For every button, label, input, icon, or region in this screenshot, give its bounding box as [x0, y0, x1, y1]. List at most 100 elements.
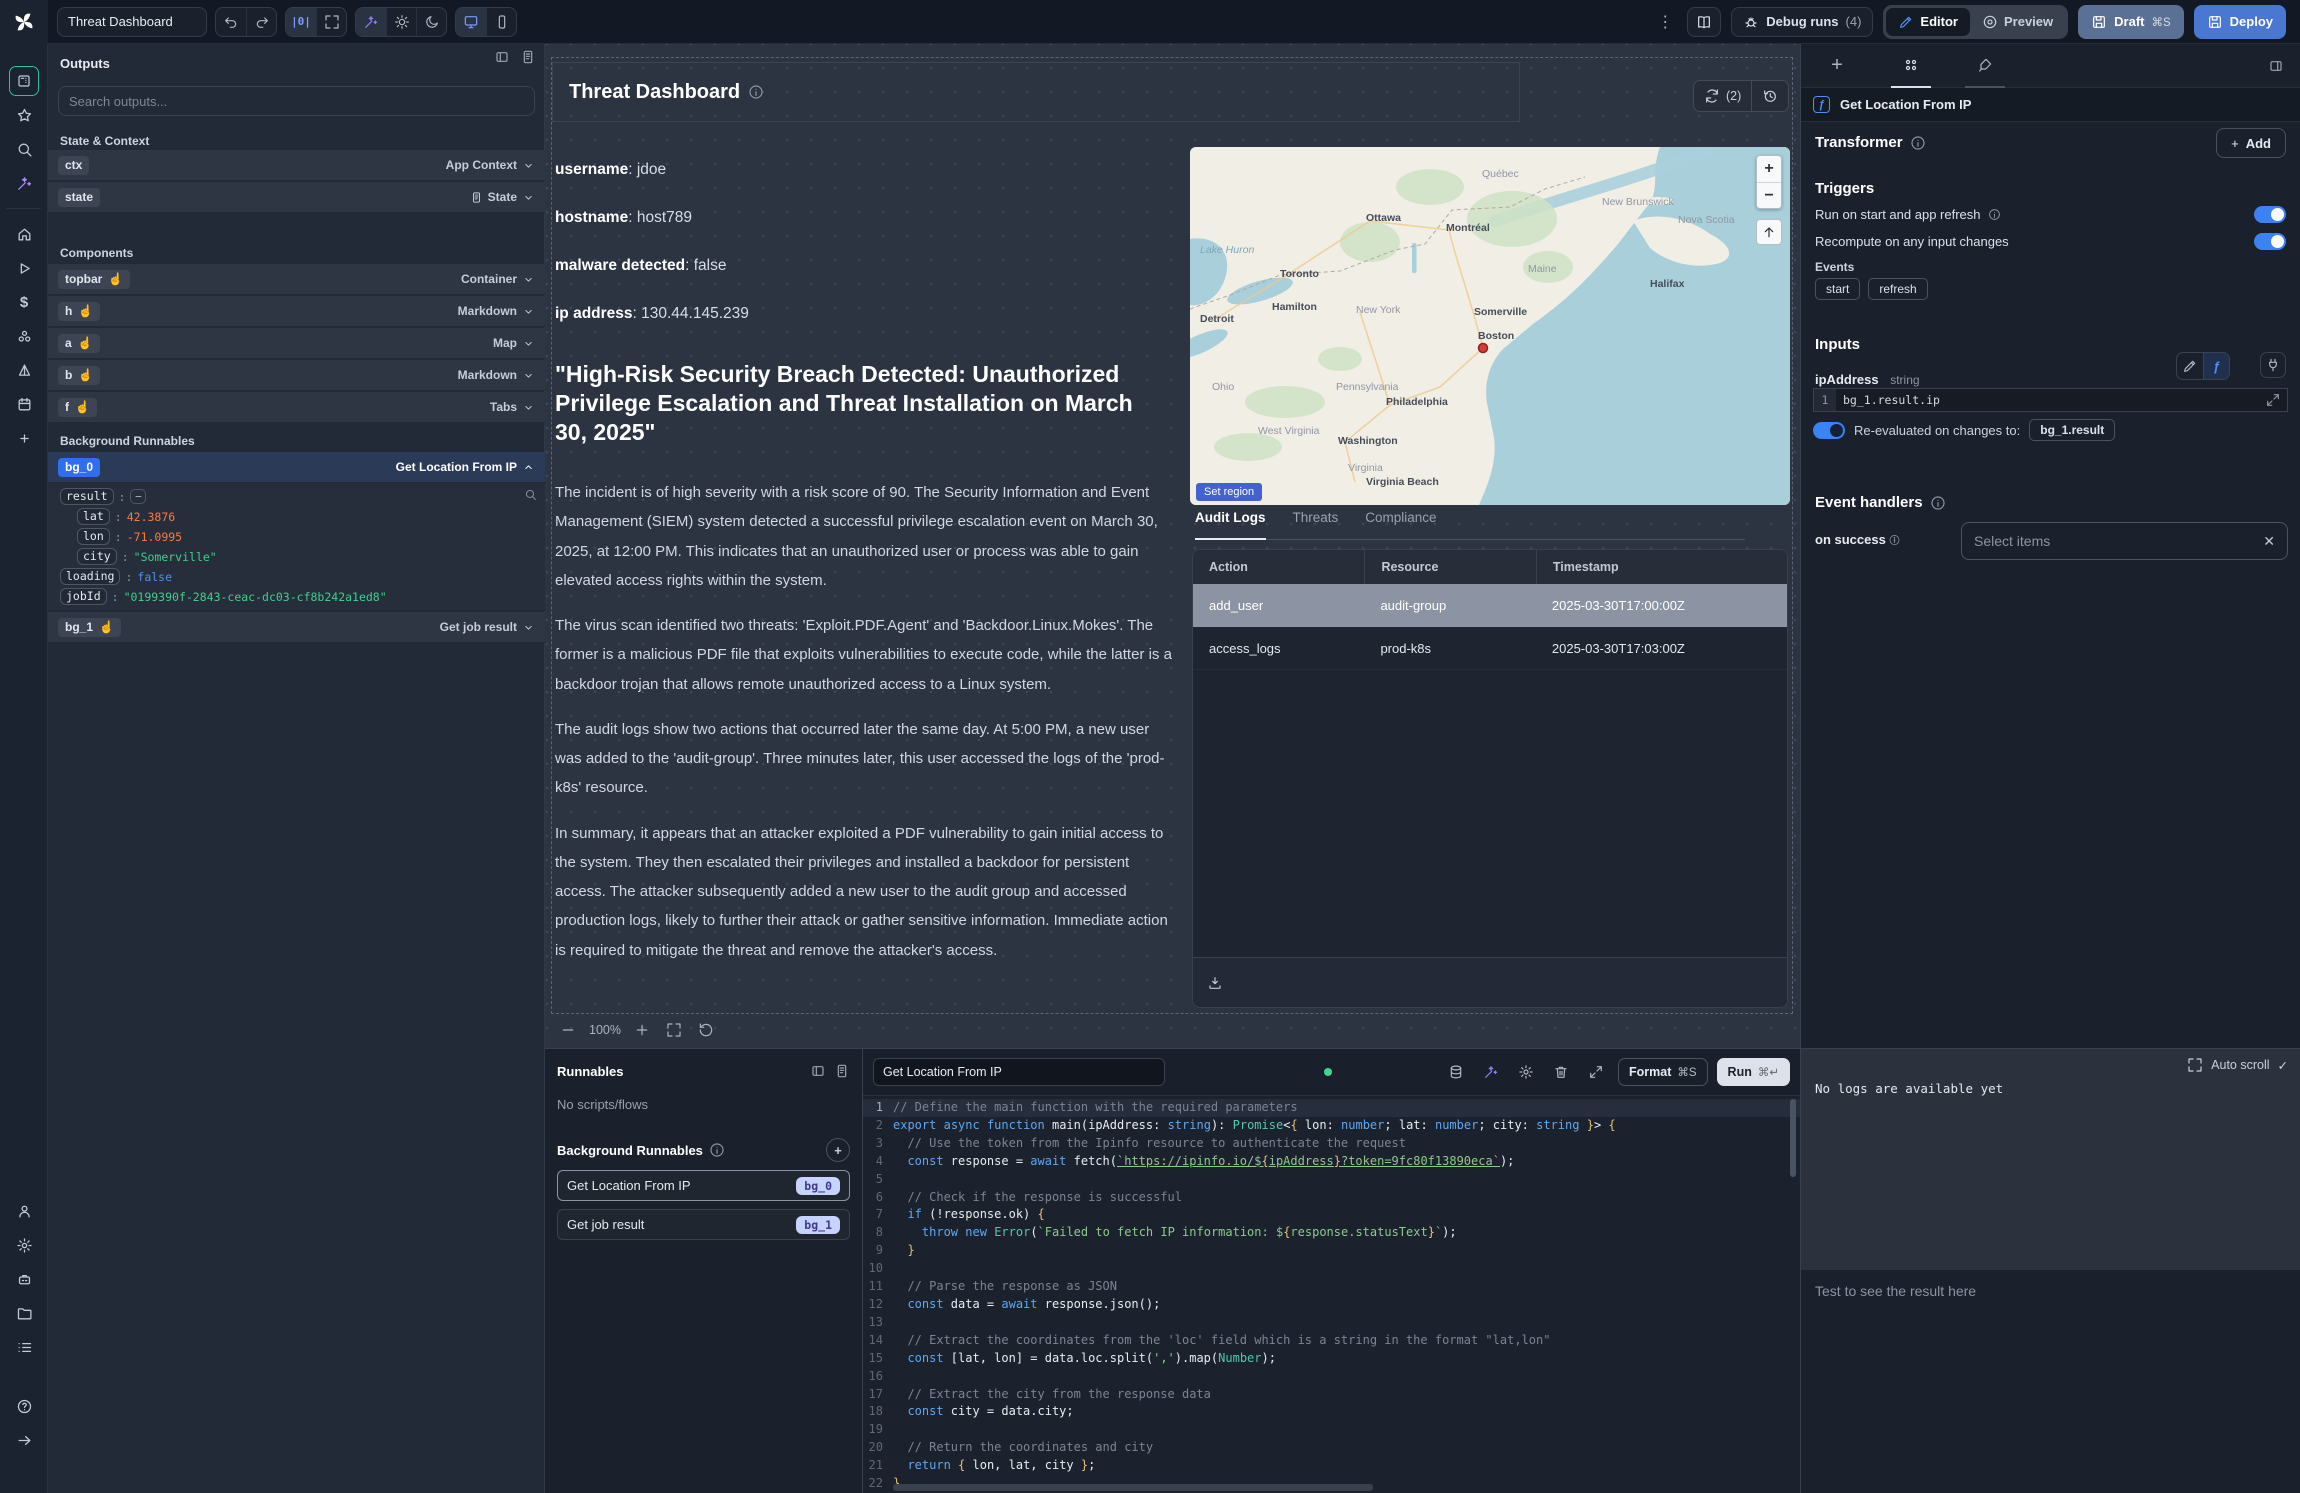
- draft-button[interactable]: Draft ⌘S: [2078, 5, 2184, 39]
- more-menu-button[interactable]: ⋮: [1653, 12, 1677, 32]
- output-row-ctx[interactable]: ctxApp Context: [48, 150, 545, 181]
- insert-component-tab[interactable]: +: [1817, 44, 1857, 88]
- column-header-timestamp[interactable]: Timestamp: [1536, 550, 1787, 584]
- component-badge[interactable]: b☝: [58, 366, 100, 385]
- rail-item-robot[interactable]: [0, 1262, 48, 1296]
- search-outputs-input[interactable]: [58, 86, 535, 116]
- map-canvas[interactable]: QuébecNew BrunswickNova ScotiaHalifaxMai…: [1190, 147, 1790, 505]
- ai-assist-button[interactable]: [1478, 1059, 1504, 1085]
- map-component[interactable]: QuébecNew BrunswickNova ScotiaHalifaxMai…: [1190, 147, 1790, 505]
- dark-theme-button[interactable]: [416, 8, 446, 36]
- expand-expression-icon[interactable]: [2265, 392, 2287, 408]
- code-line-7[interactable]: 7 if (!response.ok) {: [863, 1206, 1800, 1224]
- bg1-badge[interactable]: bg_1☝: [58, 618, 121, 637]
- deploy-button[interactable]: Deploy: [2194, 5, 2286, 39]
- code-line-17[interactable]: 17 // Extract the city from the response…: [863, 1386, 1800, 1404]
- tab-compliance[interactable]: Compliance: [1365, 510, 1436, 539]
- editor-horizontal-scrollbar[interactable]: [893, 1484, 1373, 1491]
- download-icon[interactable]: [1207, 975, 1223, 991]
- rail-item-star[interactable]: [0, 98, 48, 132]
- styling-tab[interactable]: [1965, 44, 2005, 88]
- rail-item-calendar[interactable]: [0, 387, 48, 421]
- component-row-f[interactable]: f☝Tabs: [48, 392, 545, 423]
- reeval-toggle[interactable]: [1813, 422, 1845, 439]
- rail-item-list[interactable]: [0, 1330, 48, 1364]
- debug-runs-button[interactable]: Debug runs (4): [1731, 7, 1873, 37]
- code-line-11[interactable]: 11 // Parse the response as JSON: [863, 1278, 1800, 1296]
- collapse-runnables-icon[interactable]: [810, 1063, 826, 1079]
- rail-item-cluster[interactable]: [0, 319, 48, 353]
- expand-editor-button[interactable]: [1583, 1059, 1609, 1085]
- rail-item-arrow-right[interactable]: [0, 1423, 48, 1457]
- map-zoom-out-button[interactable]: −: [1757, 182, 1781, 208]
- static-mode-button[interactable]: [2177, 353, 2203, 379]
- trigger-toggle[interactable]: [2254, 233, 2286, 250]
- undo-button[interactable]: [216, 8, 246, 36]
- bg1-row[interactable]: bg_1☝Get job result: [48, 612, 545, 643]
- component-row-topbar[interactable]: topbar☝Container: [48, 264, 545, 295]
- tab-threats[interactable]: Threats: [1293, 510, 1339, 539]
- rail-item-wand[interactable]: [0, 166, 48, 200]
- json-key[interactable]: result: [60, 488, 114, 505]
- component-settings-tab[interactable]: [1891, 44, 1931, 88]
- collapse-panel-button[interactable]: [494, 49, 510, 65]
- input-expression-field[interactable]: 1 bg_1.result.ip: [1813, 388, 2288, 412]
- code-line-10[interactable]: 10: [863, 1260, 1800, 1278]
- event-chip-refresh[interactable]: refresh: [1868, 278, 1927, 300]
- code-line-4[interactable]: 4 const response = await fetch(`https://…: [863, 1153, 1800, 1171]
- component-badge[interactable]: f☝: [58, 398, 97, 417]
- component-badge[interactable]: a☝: [58, 334, 100, 353]
- column-header-action[interactable]: Action: [1193, 550, 1364, 584]
- rail-item-play[interactable]: [0, 251, 48, 285]
- bg0-badge[interactable]: bg_0: [58, 458, 100, 477]
- code-line-6[interactable]: 6 // Check if the response is successful: [863, 1189, 1800, 1207]
- json-key[interactable]: loading: [60, 568, 120, 585]
- rail-item-plus-small[interactable]: [0, 421, 48, 455]
- output-badge[interactable]: ctx: [58, 156, 89, 175]
- collapse-inspector-button[interactable]: [2268, 58, 2284, 74]
- rail-item-app-window[interactable]: [0, 64, 48, 98]
- rail-item-prism[interactable]: [0, 353, 48, 387]
- jobs-history-button[interactable]: [1751, 81, 1788, 111]
- output-badge[interactable]: state: [58, 188, 100, 207]
- autoscroll-checkbox[interactable]: ✓: [2278, 1058, 2288, 1073]
- autoscroll-control[interactable]: Auto scroll ✓: [2187, 1057, 2288, 1073]
- output-row-state[interactable]: stateState: [48, 182, 545, 213]
- code-line-1[interactable]: 1// Define the main function with the re…: [863, 1099, 1800, 1117]
- topbar-component[interactable]: Threat Dashboard: [552, 62, 1520, 122]
- runnable-name-input[interactable]: [873, 1058, 1165, 1086]
- trigger-toggle[interactable]: [2254, 206, 2286, 223]
- component-badge[interactable]: h☝: [58, 302, 100, 321]
- reeval-dependency-chip[interactable]: bg_1.result: [2029, 419, 2115, 441]
- component-row-a[interactable]: a☝Map: [48, 328, 545, 359]
- component-row-h[interactable]: h☝Markdown: [48, 296, 545, 327]
- rail-item-home[interactable]: [0, 217, 48, 251]
- code-line-12[interactable]: 12 const data = await response.json();: [863, 1296, 1800, 1314]
- code-line-21[interactable]: 21 return { lon, lat, city };: [863, 1457, 1800, 1475]
- connect-mode-button[interactable]: [2260, 352, 2286, 378]
- delete-runnable-button[interactable]: [1548, 1059, 1574, 1085]
- rail-item-help[interactable]: [0, 1389, 48, 1423]
- rail-item-folder[interactable]: [0, 1296, 48, 1330]
- rail-item-person[interactable]: [0, 1194, 48, 1228]
- cache-button[interactable]: [1443, 1059, 1469, 1085]
- desktop-view-button[interactable]: [456, 8, 486, 36]
- zoom-reset-button[interactable]: [695, 1019, 717, 1041]
- refresh-all-button[interactable]: (2): [1694, 81, 1751, 111]
- zoom-fit-button[interactable]: [663, 1019, 685, 1041]
- tab-audit-logs[interactable]: Audit Logs: [1195, 510, 1266, 540]
- code-line-9[interactable]: 9 }: [863, 1242, 1800, 1260]
- rail-item-search[interactable]: [0, 132, 48, 166]
- code-line-20[interactable]: 20 // Return the coordinates and city: [863, 1439, 1800, 1457]
- bg0-row[interactable]: bg_0Get Location From IP: [48, 452, 545, 483]
- component-outline-button[interactable]: |0|: [286, 8, 316, 36]
- component-row-b[interactable]: b☝Markdown: [48, 360, 545, 391]
- editor-settings-button[interactable]: [1513, 1059, 1539, 1085]
- zoom-out-button[interactable]: [557, 1019, 579, 1041]
- runnable-item-bg_0[interactable]: Get Location From IPbg_0: [557, 1170, 850, 1201]
- editor-vertical-scrollbar[interactable]: [1790, 1099, 1796, 1177]
- code-line-15[interactable]: 15 const [lat, lon] = data.loc.split(','…: [863, 1350, 1800, 1368]
- runnables-doc-icon[interactable]: [834, 1063, 850, 1079]
- app-canvas[interactable]: Threat Dashboard (2) username: jdoehostn…: [545, 44, 1800, 1048]
- set-region-button[interactable]: Set region: [1196, 483, 1262, 501]
